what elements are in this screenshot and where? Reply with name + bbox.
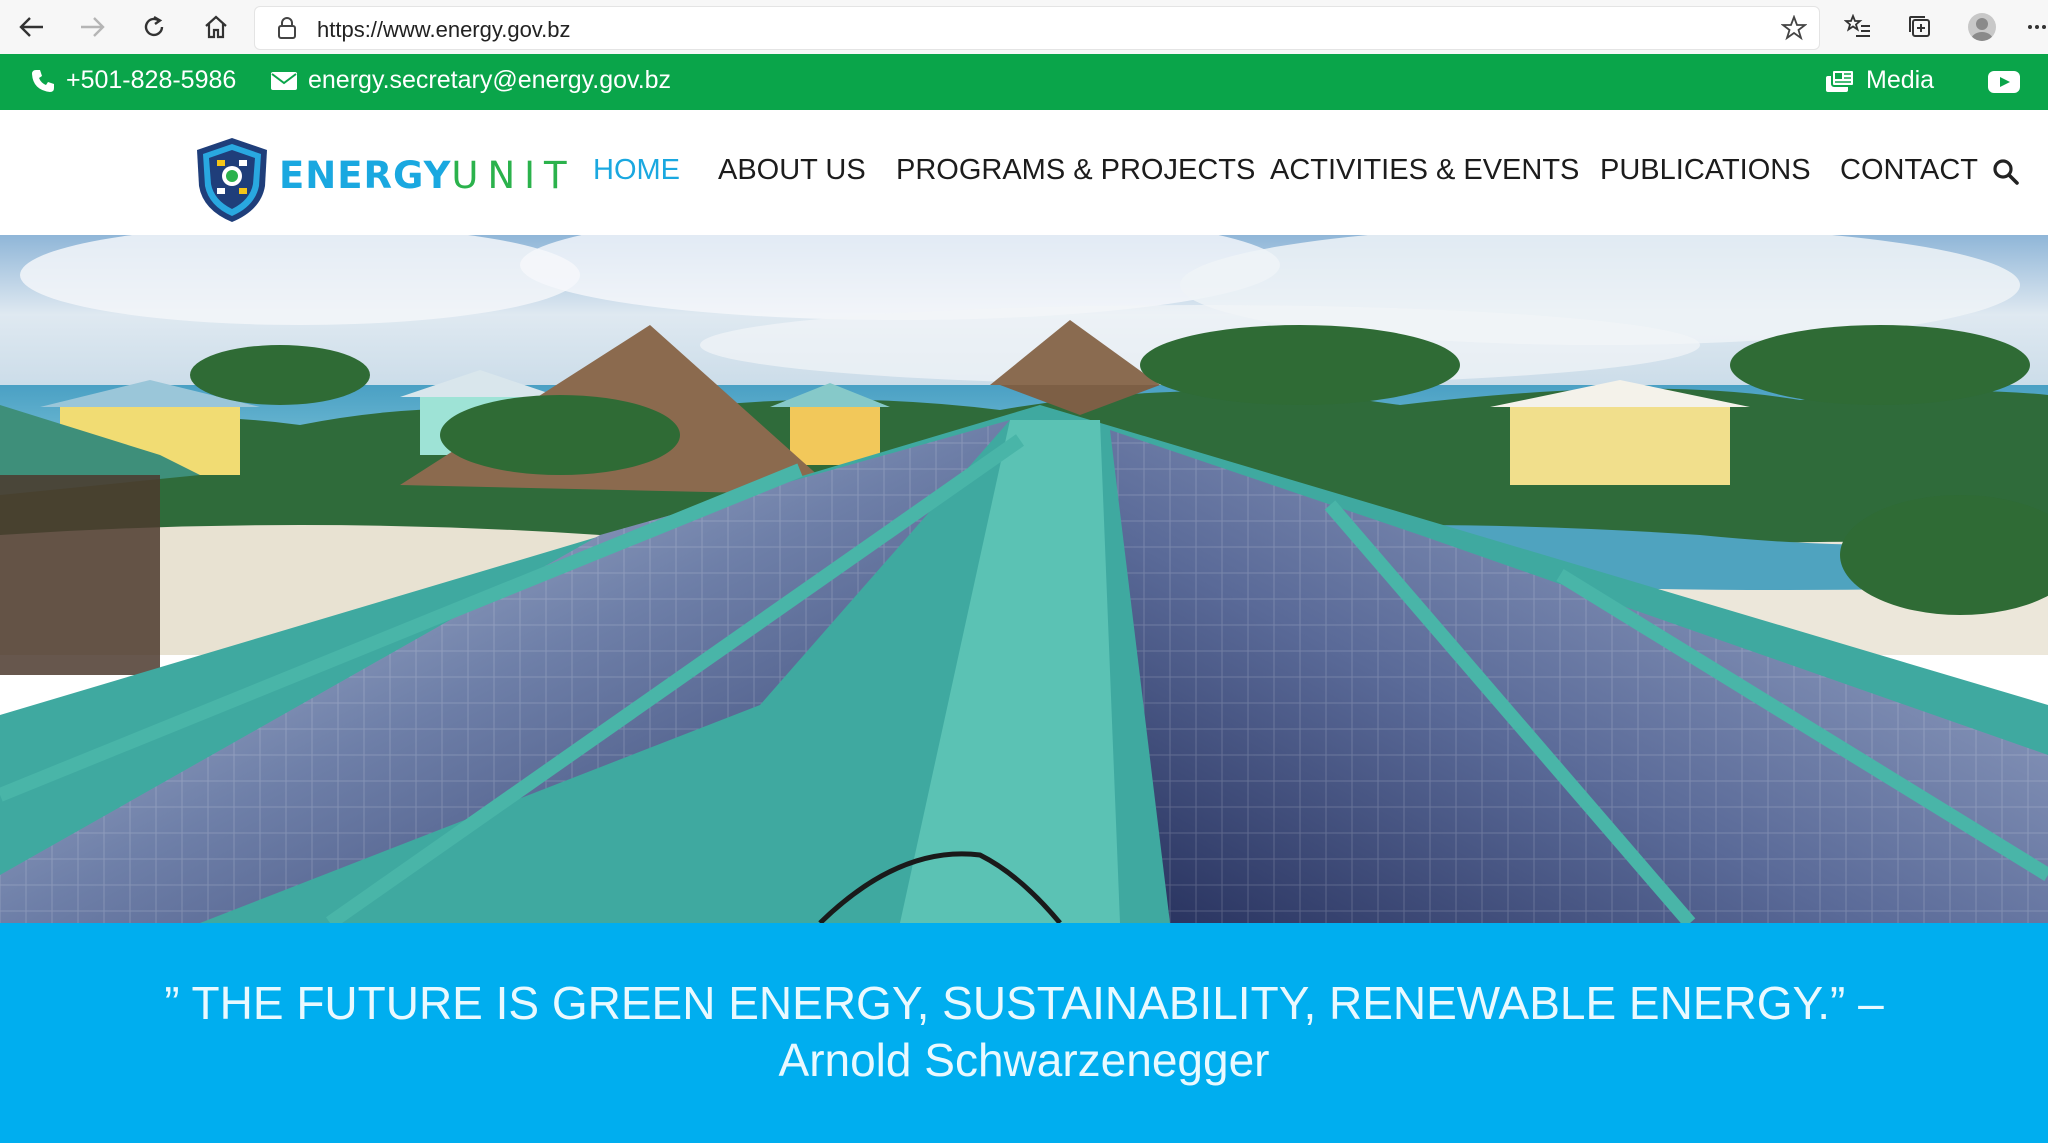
phone-link[interactable]: +501-828-5986	[30, 66, 236, 95]
email-link[interactable]: energy.secretary@energy.gov.bz	[270, 66, 671, 95]
search-icon[interactable]	[1992, 158, 2020, 191]
nav-publications[interactable]: PUBLICATIONS	[1600, 154, 1811, 187]
nav-programs-projects[interactable]: PROGRAMS & PROJECTS	[896, 154, 1255, 187]
phone-icon	[32, 69, 54, 92]
media-label: Media	[1866, 66, 1935, 94]
back-arrow-icon[interactable]	[16, 11, 48, 43]
more-menu-icon[interactable]	[2026, 11, 2048, 43]
url-text: https://www.energy.gov.bz	[317, 17, 571, 42]
media-link[interactable]: Media	[1824, 66, 1934, 95]
quote-text: ” THE FUTURE IS GREEN ENERGY, SUSTAINABI…	[164, 977, 1884, 1086]
profile-avatar[interactable]	[1966, 11, 1998, 43]
nav-about-us[interactable]: ABOUT US	[718, 154, 866, 187]
favorites-icon[interactable]	[1842, 11, 1874, 43]
nav-contact[interactable]: CONTACT	[1840, 154, 1978, 187]
nav-home[interactable]: HOME	[593, 154, 680, 187]
envelope-icon	[271, 71, 297, 90]
youtube-icon[interactable]	[1988, 71, 2020, 93]
home-icon[interactable]	[200, 11, 232, 43]
favorite-star-icon[interactable]	[1780, 14, 1808, 46]
site-header: ENERGYUNIT HOME ABOUT US PROGRAMS & PROJ…	[0, 110, 2048, 236]
address-bar[interactable]: https://www.energy.gov.bz	[254, 6, 1820, 50]
browser-toolbar: https://www.energy.gov.bz	[0, 0, 2048, 55]
contact-topbar: +501-828-5986 energy.secretary@energy.go…	[0, 54, 2048, 110]
email-address: energy.secretary@energy.gov.bz	[308, 66, 672, 94]
energy-unit-logo[interactable]: ENERGYUNIT	[193, 124, 567, 222]
quote-band: ” THE FUTURE IS GREEN ENERGY, SUSTAINABI…	[0, 923, 2048, 1143]
reload-icon[interactable]	[138, 11, 170, 43]
hero-image	[0, 235, 2048, 923]
phone-number: +501-828-5986	[66, 66, 237, 94]
lock-icon	[277, 16, 297, 45]
collections-icon[interactable]	[1904, 11, 1936, 43]
media-icon	[1826, 68, 1855, 92]
nav-activities-events[interactable]: ACTIVITIES & EVENTS	[1270, 154, 1579, 187]
logo-unit-text: UNIT	[451, 154, 576, 197]
logo-wordmark: ENERGYUNIT	[279, 154, 576, 197]
forward-arrow-icon[interactable]	[76, 11, 108, 43]
logo-energy-text: ENERGY	[279, 154, 452, 197]
shield-logo-icon	[197, 138, 267, 222]
